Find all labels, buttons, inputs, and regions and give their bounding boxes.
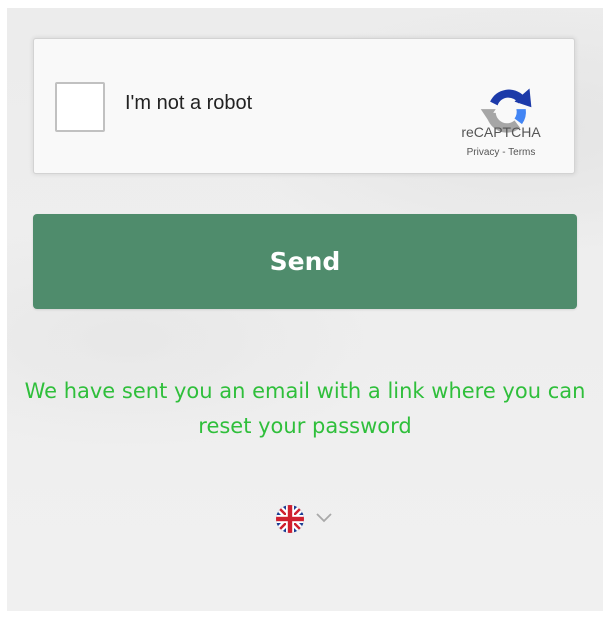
recaptcha-checkbox[interactable] bbox=[55, 82, 105, 132]
language-selector[interactable] bbox=[275, 502, 337, 534]
status-message: We have sent you an email with a link wh… bbox=[24, 379, 586, 438]
chevron-down-icon bbox=[316, 513, 332, 523]
privacy-link[interactable]: Privacy bbox=[467, 147, 500, 158]
recaptcha-checkbox-label: I'm not a robot bbox=[125, 92, 253, 114]
uk-flag-icon bbox=[276, 505, 304, 533]
terms-link[interactable]: Terms bbox=[508, 147, 535, 158]
recaptcha-widget: I'm not a robot reCAPTCHA Privacy - Term… bbox=[33, 38, 575, 174]
send-button[interactable]: Send bbox=[33, 214, 577, 309]
password-reset-panel: I'm not a robot reCAPTCHA Privacy - Term… bbox=[7, 8, 603, 611]
recaptcha-legal-links: Privacy - Terms bbox=[435, 147, 567, 158]
link-separator: - bbox=[499, 147, 509, 158]
recaptcha-brand-text: reCAPTCHA bbox=[461, 124, 541, 140]
